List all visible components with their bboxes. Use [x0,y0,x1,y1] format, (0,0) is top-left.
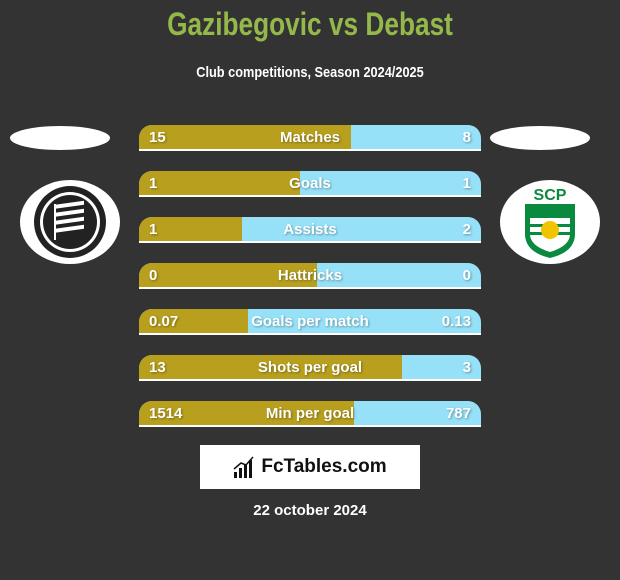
right-value: 787 [445,405,471,422]
stat-row: 0 Hattricks 0 [139,263,481,289]
stat-label: Shots per goal [257,359,363,376]
fctables-brand[interactable]: FcTables.com [200,445,420,489]
stat-label: Goals [289,175,331,192]
stat-label: Goals per match [251,313,369,330]
stat-row: 1 Assists 2 [139,217,481,243]
bar-chart-icon [233,456,254,478]
right-value: 2 [462,221,471,238]
page-subtitle: Club competitions, Season 2024/2025 [196,64,424,81]
right-team-logo[interactable]: SCP [500,180,600,264]
date-label: 22 october 2024 [253,502,367,519]
left-player-placeholder [10,126,110,150]
right-value: 8 [462,129,471,146]
stat-label: Assists [283,221,337,238]
stat-row: 0.07 Goals per match 0.13 [139,309,481,335]
page-title: Gazibegovic vs Debast [167,6,453,42]
stat-label: Min per goal [265,405,355,422]
right-value: 0 [462,267,471,284]
stat-label: Hattricks [277,267,343,284]
stat-row: 1 Goals 1 [139,171,481,197]
right-value: 3 [462,359,471,376]
brand-text: FcTables.com [261,456,387,477]
stat-row: 15 Matches 8 [139,125,481,151]
right-value: 0.13 [441,313,471,330]
right-player-placeholder [490,126,590,150]
sturm-graz-logo-icon [34,186,106,258]
stat-row: 13 Shots per goal 3 [139,355,481,381]
sporting-cp-logo-icon: SCP [525,187,575,258]
svg-text:SCP: SCP [534,187,567,204]
stat-label: Matches [279,129,341,146]
stat-row: 1514 Min per goal 787 [139,401,481,427]
right-value: 1 [462,175,471,192]
left-team-logo[interactable] [20,180,120,264]
